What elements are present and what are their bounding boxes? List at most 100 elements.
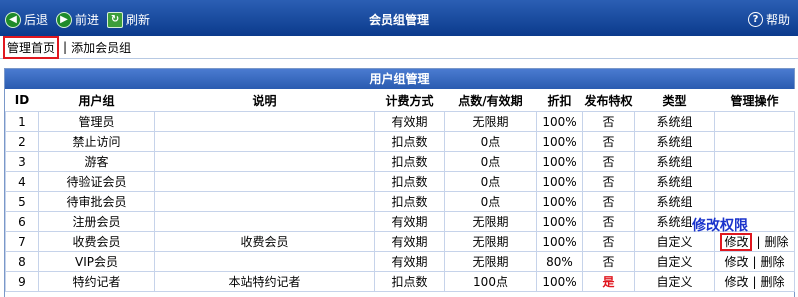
table-row: 2 禁止访问 扣点数 0点 100% 否系统组 [5,131,795,152]
row-id: 3 [5,151,39,172]
row-type: 自定义 [634,271,715,292]
table-row: 6 注册会员 有效期 无限期 100% 否系统组 [5,211,795,232]
row-group-name: 待审批会员 [38,191,155,212]
row-id: 7 [5,231,39,252]
row-actions: 修改 | 删除 [714,251,795,272]
row-points: 0点 [444,131,537,152]
row-group-name: 管理员 [38,111,155,132]
row-description [154,211,375,232]
edit-link[interactable]: 修改 [724,275,748,289]
row-discount: 100% [536,151,583,172]
row-publish: 否 [582,251,635,272]
link-separator: | [63,40,68,54]
page-title: 会员组管理 [368,13,429,27]
row-id: 1 [5,111,39,132]
help-button[interactable]: ? 帮助 [747,11,790,28]
row-type: 自定义 [634,251,715,272]
row-points: 无限期 [444,211,537,232]
row-discount: 80% [536,251,583,272]
row-id: 5 [5,191,39,212]
row-billing: 扣点数 [374,191,445,212]
table-row: 4 待验证会员 扣点数 0点 100% 否系统组 [5,171,795,192]
row-publish: 是 [582,271,635,292]
row-discount: 100% [536,111,583,132]
col-type: 类型 [634,89,715,112]
row-id: 9 [5,271,39,292]
edit-permission-callout: 修改权限 [692,218,748,234]
row-actions: 修改 | 删除 [714,271,795,292]
row-publish: 否 [582,191,635,212]
row-points: 100点 [444,271,537,292]
col-description: 说明 [154,89,375,112]
row-type: 系统组 [634,131,715,152]
table-row: 3 游客 扣点数 0点 100% 否系统组 [5,151,795,172]
row-description: 收费会员 [154,231,375,252]
row-points: 无限期 [444,251,537,272]
row-publish: 否 [582,111,635,132]
action-separator: | [752,255,757,269]
row-id: 6 [5,211,39,232]
top-toolbar: ◀ 后退 ▶ 前进 ↻ 刷新 会员组管理 ? 帮助 [0,0,798,36]
panel-title: 用户组管理 [5,69,794,89]
row-discount: 100% [536,231,583,252]
add-group-link[interactable]: 添加会员组 [71,39,131,56]
row-publish: 否 [582,151,635,172]
row-discount: 100% [536,211,583,232]
edit-link[interactable]: 修改 [724,255,748,269]
row-type: 系统组 [634,151,715,172]
row-group-name: 游客 [38,151,155,172]
row-billing: 扣点数 [374,171,445,192]
row-description [154,111,375,132]
row-description [154,251,375,272]
row-id: 4 [5,171,39,192]
row-points: 0点 [444,151,537,172]
row-billing: 扣点数 [374,131,445,152]
table-row: 7 收费会员 收费会员 有效期 无限期 100% 否自定义 修改 | 删除 [5,231,795,252]
row-type: 系统组 [634,191,715,212]
row-billing: 有效期 [374,231,445,252]
row-group-name: 禁止访问 [38,131,155,152]
table-row: 9 特约记者 本站特约记者 扣点数 100点 100% 是自定义 修改 | 删除 [5,271,795,292]
sub-nav-bar: 管理首页 | 添加会员组 [0,35,798,59]
edit-link[interactable]: 修改 [720,233,753,251]
row-publish: 否 [582,211,635,232]
row-actions [714,151,795,172]
row-group-name: 注册会员 [38,211,155,232]
action-separator: | [756,235,761,249]
delete-link[interactable]: 删除 [761,275,785,289]
row-description [154,151,375,172]
row-discount: 100% [536,271,583,292]
row-description: 本站特约记者 [154,271,375,292]
row-actions [714,131,795,152]
row-group-name: 待验证会员 [38,171,155,192]
row-discount: 100% [536,131,583,152]
row-discount: 100% [536,191,583,212]
row-discount: 100% [536,171,583,192]
row-group-name: VIP会员 [38,251,155,272]
row-publish: 否 [582,231,635,252]
manage-home-link[interactable]: 管理首页 [3,35,60,59]
row-billing: 有效期 [374,211,445,232]
row-billing: 扣点数 [374,151,445,172]
row-description [154,131,375,152]
table-row: 1 管理员 有效期 无限期 100% 否系统组 [5,111,795,132]
row-group-name: 特约记者 [38,271,155,292]
row-points: 无限期 [444,111,537,132]
row-points: 0点 [444,171,537,192]
row-description [154,171,375,192]
row-id: 2 [5,131,39,152]
help-label: 帮助 [765,13,790,27]
col-billing: 计费方式 [374,89,445,112]
row-points: 无限期 [444,231,537,252]
col-discount: 折扣 [536,89,583,112]
group-management-panel: 用户组管理 ID 用户组 说明 计费方式 点数/有效期 折扣 发布特权 类型 管… [4,68,795,297]
col-points: 点数/有效期 [444,89,537,112]
delete-link[interactable]: 删除 [765,235,789,249]
col-publish: 发布特权 [582,89,635,112]
table-row: 8 VIP会员 有效期 无限期 80% 否自定义 修改 | 删除 [5,251,795,272]
delete-link[interactable]: 删除 [761,255,785,269]
row-id: 8 [5,251,39,272]
row-actions [714,111,795,132]
row-publish: 否 [582,131,635,152]
col-id: ID [5,89,39,112]
